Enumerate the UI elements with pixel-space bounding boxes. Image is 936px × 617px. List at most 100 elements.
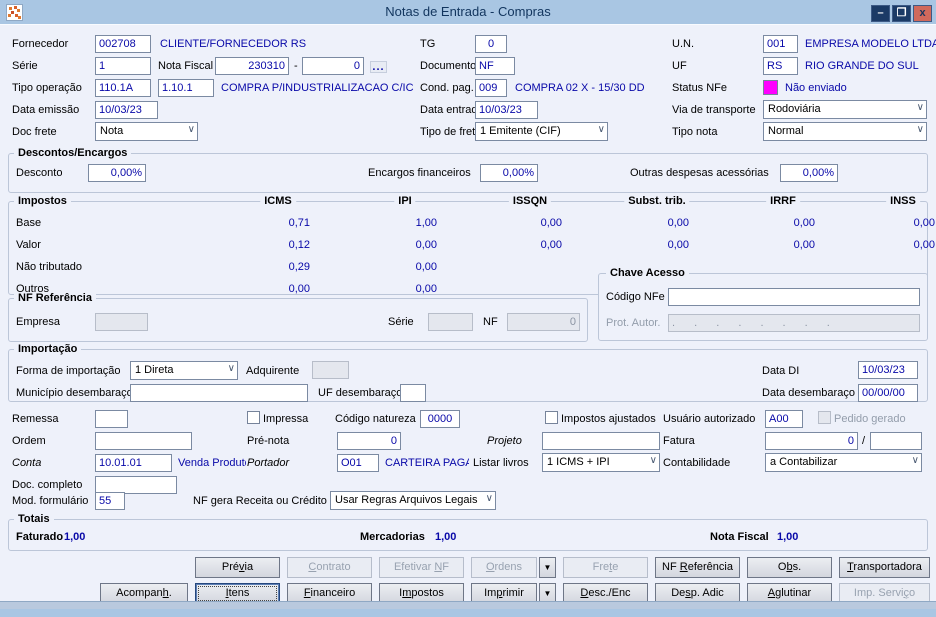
data-desembaraco-input[interactable]: 00/00/00 xyxy=(858,384,918,402)
usuario-autorizado-input[interactable]: A00 xyxy=(765,410,803,428)
window-title: Notas de Entrada - Compras xyxy=(385,4,551,19)
contabilidade-select[interactable]: a Contabilizar ∨ xyxy=(765,453,922,472)
frete-button: Frete xyxy=(563,557,648,578)
mercadorias-label: Mercadorias xyxy=(360,531,425,543)
obs-button[interactable]: Obs. xyxy=(747,557,832,578)
nf-ref-empresa-label: Empresa xyxy=(16,316,61,328)
un-input[interactable]: 001 xyxy=(763,35,798,53)
tipo-operacao-desc: COMPRA P/INDUSTRIALIZACAO C/IC xyxy=(221,82,414,94)
documento-input[interactable]: NF xyxy=(475,57,515,75)
desconto-input[interactable]: 0,00% xyxy=(88,164,146,182)
impostos-cell: 0,00 xyxy=(793,239,815,251)
impostos-cell: 0,00 xyxy=(415,283,437,295)
fornecedor-input[interactable]: 002708 xyxy=(95,35,151,53)
doc-frete-select[interactable]: Nota ∨ xyxy=(95,122,198,141)
forma-importacao-select[interactable]: 1 Direta ∨ xyxy=(130,361,238,380)
listar-livros-select[interactable]: 1 ICMS + IPI ∨ xyxy=(542,453,660,472)
pre-nota-input[interactable]: 0 xyxy=(337,432,401,450)
nota-fiscal-input[interactable]: 230310 xyxy=(215,57,289,75)
doc-completo-label: Doc. completo xyxy=(12,479,83,491)
mod-formulario-input[interactable]: 55 xyxy=(95,492,125,510)
uf-desembaraco-label: UF desembaraço xyxy=(318,387,403,399)
nf-ref-serie-input xyxy=(428,313,473,331)
status-color-swatch xyxy=(763,80,778,95)
mercadorias-value: 1,00 xyxy=(435,531,457,543)
conta-input[interactable]: 10.01.01 xyxy=(95,454,172,472)
pr-via-button[interactable]: Prévia xyxy=(195,557,280,578)
close-icon[interactable]: x xyxy=(913,5,932,22)
maximize-icon[interactable]: ❐ xyxy=(892,5,911,22)
titlebar: Notas de Entrada - Compras – ❐ x xyxy=(0,0,936,24)
impostos-cell: 0,00 xyxy=(288,283,310,295)
data-entrada-input[interactable]: 10/03/23 xyxy=(475,101,538,119)
impostos-ajustados-checkbox[interactable] xyxy=(545,411,558,424)
impostos-cell: 0,12 xyxy=(288,239,310,251)
remessa-input[interactable] xyxy=(95,410,128,428)
impostos-column-header: IRRF xyxy=(766,195,800,207)
encargos-input[interactable]: 0,00% xyxy=(480,164,538,182)
minimize-icon[interactable]: – xyxy=(871,5,890,22)
tipo-operacao-input[interactable]: 110.1A xyxy=(95,79,151,97)
nf-gera-select[interactable]: Usar Regras Arquivos Legais ∨ xyxy=(330,491,496,510)
fornecedor-label: Fornecedor xyxy=(12,38,69,50)
ordem-input[interactable] xyxy=(95,432,192,450)
fatura-input[interactable]: 0 xyxy=(765,432,858,450)
impressa-label: Impressa xyxy=(263,413,309,425)
impostos-column-header: Subst. trib. xyxy=(624,195,690,207)
more-button[interactable]: ... xyxy=(370,61,387,73)
pedido-gerado-label: Pedido gerado xyxy=(834,413,906,425)
data-emissao-input[interactable]: 10/03/23 xyxy=(95,101,158,119)
window-bottom-edge xyxy=(0,601,936,609)
impostos-cell: 0,00 xyxy=(913,239,935,251)
status-nfe-label: Status NFe xyxy=(672,82,728,94)
codigo-nfe-label: Código NFe xyxy=(606,291,665,303)
documento-label: Documento xyxy=(420,60,477,72)
tipo-nota-select[interactable]: Normal ∨ xyxy=(763,122,927,141)
impostos-cell: 0,00 xyxy=(415,261,437,273)
fatura-input-2[interactable] xyxy=(870,432,922,450)
nf-referencia-group-title: NF Referência xyxy=(14,292,96,304)
chevron-down-icon: ∨ xyxy=(649,455,657,466)
uf-input[interactable]: RS xyxy=(763,57,798,75)
mod-formulario-label: Mod. formulário xyxy=(12,495,89,507)
ordem-label: Ordem xyxy=(12,435,46,447)
chevron-down-icon: ∨ xyxy=(187,124,195,135)
data-desembaraco-label: Data desembaraço xyxy=(762,387,855,399)
remessa-label: Remessa xyxy=(12,413,59,425)
cond-pag-input[interactable]: 009 xyxy=(475,79,507,97)
portador-input[interactable]: O01 xyxy=(337,454,379,472)
chave-acesso-group-title: Chave Acesso xyxy=(606,267,689,279)
nf-ref-nf-label: NF xyxy=(483,316,498,328)
municipio-desembaraco-input[interactable] xyxy=(130,384,308,402)
outras-despesas-label: Outras despesas acessórias xyxy=(630,167,769,179)
via-transporte-select[interactable]: Rodoviária ∨ xyxy=(763,100,927,119)
outras-despesas-input[interactable]: 0,00% xyxy=(780,164,838,182)
un-label: U.N. xyxy=(672,38,694,50)
serie-input[interactable]: 1 xyxy=(95,57,151,75)
ordens-split-arrow-icon[interactable]: ▼ xyxy=(539,557,556,578)
contabilidade-label: Contabilidade xyxy=(663,457,731,469)
nf-gera-label: NF gera Receita ou Crédito xyxy=(193,495,327,507)
uf-desc: RIO GRANDE DO SUL xyxy=(805,60,919,72)
impostos-ajustados-label: Impostos ajustados xyxy=(561,413,656,425)
cond-pag-label: Cond. pag. xyxy=(420,82,474,94)
transportadora-button[interactable]: Transportadora xyxy=(839,557,930,578)
tipo-operacao-input-2[interactable]: 1.10.1 xyxy=(158,79,214,97)
nota-fiscal-total-value: 1,00 xyxy=(777,531,799,543)
prot-autor-input: . . . . . . . . xyxy=(668,314,920,332)
chevron-down-icon: ∨ xyxy=(911,455,919,466)
projeto-input[interactable] xyxy=(542,432,660,450)
tg-input[interactable]: 0 xyxy=(475,35,507,53)
nf-refer-ncia-button[interactable]: NF Referência xyxy=(655,557,740,578)
uf-desembaraco-input[interactable] xyxy=(400,384,426,402)
codigo-nfe-input[interactable] xyxy=(668,288,920,306)
tipo-frete-select[interactable]: 1 Emitente (CIF) ∨ xyxy=(475,122,608,141)
tipo-nota-label: Tipo nota xyxy=(672,126,718,138)
codigo-natureza-input[interactable]: 0000 xyxy=(420,410,460,428)
impostos-cell: 0,00 xyxy=(540,239,562,251)
prot-autor-label: Prot. Autor. xyxy=(606,317,661,329)
data-di-input[interactable]: 10/03/23 xyxy=(858,361,918,379)
impressa-checkbox[interactable] xyxy=(247,411,260,424)
fatura-label: Fatura xyxy=(663,435,695,447)
nota-fiscal-input-2[interactable]: 0 xyxy=(302,57,364,75)
